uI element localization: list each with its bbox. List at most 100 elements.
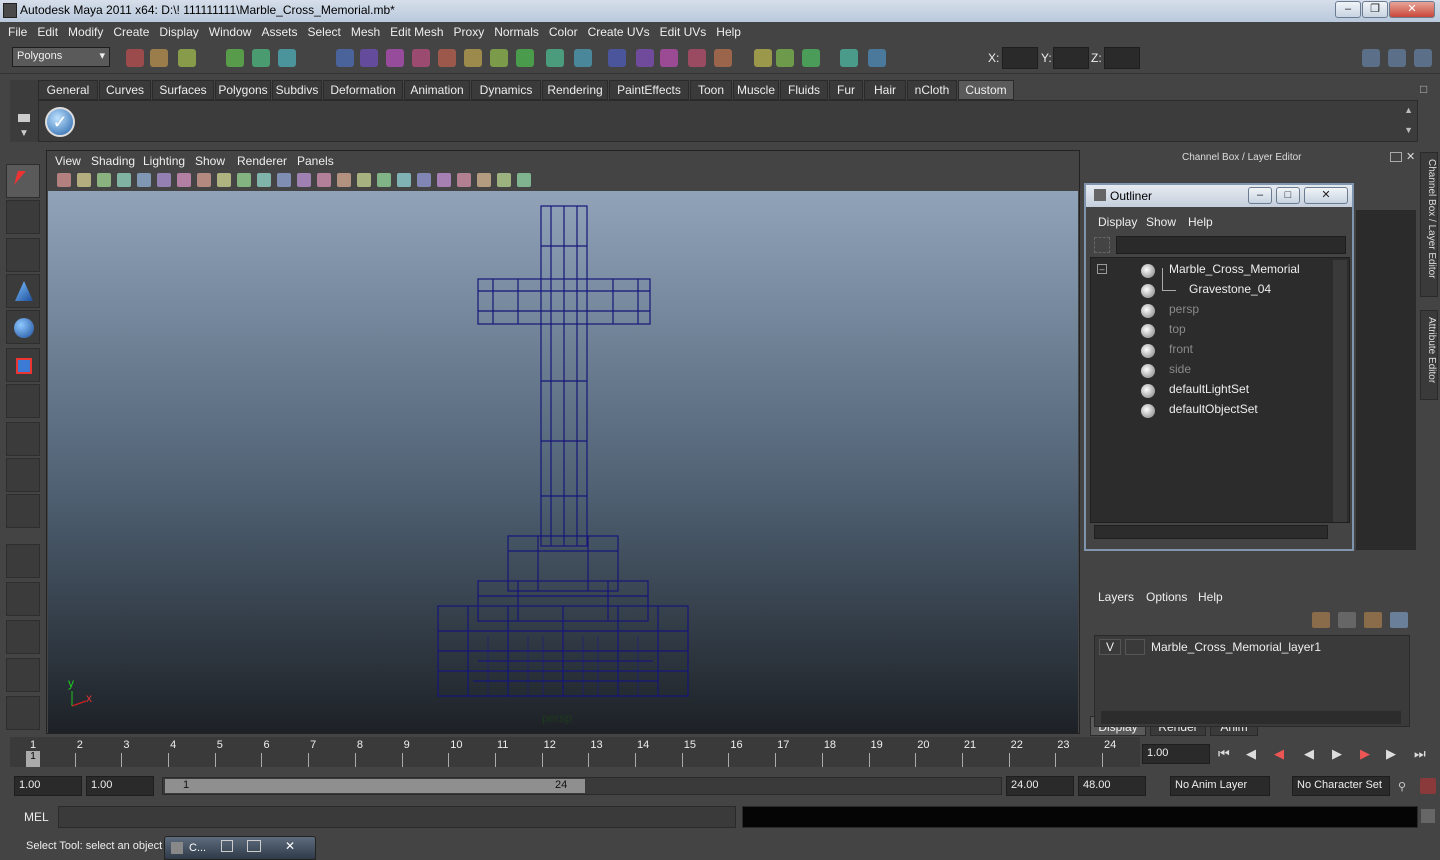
shelf-tab-animation[interactable]: Animation: [404, 80, 470, 100]
outliner-item[interactable]: front: [1169, 342, 1193, 356]
minimized-window-tab[interactable]: C... ✕: [164, 836, 316, 860]
toggle-channel-box-icon[interactable]: [1362, 49, 1380, 67]
attribute-editor-side-tab[interactable]: Attribute Editor: [1420, 310, 1438, 400]
channel-box-side-tab[interactable]: Channel Box / Layer Editor: [1420, 152, 1438, 297]
show-manipulator-icon[interactable]: [6, 458, 40, 492]
shelf-tab-toon[interactable]: Toon: [690, 80, 732, 100]
playback-start-input[interactable]: 1.00: [86, 776, 154, 796]
select-object-icon[interactable]: [252, 49, 270, 67]
layer-name[interactable]: Marble_Cross_Memorial_layer1: [1151, 640, 1321, 654]
menu-edit-uvs[interactable]: Edit UVs: [652, 22, 707, 39]
select-hierarchy-icon[interactable]: [226, 49, 244, 67]
maximize-icon[interactable]: [247, 840, 261, 852]
four-pane-layout-icon[interactable]: [6, 582, 40, 616]
xray-icon[interactable]: [297, 173, 311, 187]
outliner-horizontal-scrollbar[interactable]: [1094, 525, 1328, 539]
last-tool-icon[interactable]: [6, 494, 40, 528]
shadows-icon[interactable]: [277, 173, 291, 187]
render-view-icon[interactable]: [776, 49, 794, 67]
rotate-tool-icon[interactable]: [6, 310, 40, 344]
transform-icon[interactable]: [868, 49, 886, 67]
shelf-tabs-icon[interactable]: ▼: [19, 128, 29, 139]
range-slider[interactable]: 1 24: [162, 777, 1002, 795]
viewport-menu-panels[interactable]: Panels: [297, 154, 334, 168]
shelf-tab-curves[interactable]: Curves: [99, 80, 151, 100]
shelf-tab-ncloth[interactable]: nCloth: [907, 80, 957, 100]
z-coordinate-input[interactable]: [1104, 47, 1140, 69]
menu-set-dropdown[interactable]: Polygons ▾: [12, 47, 110, 67]
render-region-icon[interactable]: [840, 49, 858, 67]
step-forward-key-icon[interactable]: ▶: [1360, 746, 1370, 762]
current-time-input[interactable]: 1.00: [1142, 744, 1210, 764]
open-scene-icon[interactable]: [150, 49, 168, 67]
outliner-menu-show[interactable]: Show: [1146, 215, 1176, 229]
shelf-options-handle[interactable]: ▼: [10, 80, 38, 142]
menu-mesh[interactable]: Mesh: [343, 22, 380, 39]
select-camera-icon[interactable]: [57, 173, 71, 187]
x-coordinate-input[interactable]: [1002, 47, 1038, 69]
new-layer-icon[interactable]: [1312, 612, 1330, 628]
image-plane-icon[interactable]: [117, 173, 131, 187]
outliner-item[interactable]: defaultLightSet: [1169, 382, 1249, 396]
script-editor-icon[interactable]: [1421, 809, 1435, 823]
shelf-tab-subdivs[interactable]: Subdivs: [272, 80, 322, 100]
float-panel-icon[interactable]: [1390, 152, 1402, 162]
outliner-item[interactable]: Gravestone_04: [1189, 282, 1271, 296]
select-icon[interactable]: [457, 173, 471, 187]
render-settings-icon[interactable]: [714, 49, 732, 67]
paint-select-tool-icon[interactable]: [6, 238, 40, 272]
close-panel-icon[interactable]: ✕: [1406, 150, 1418, 163]
graph-persp-layout-icon[interactable]: [6, 658, 40, 692]
outliner-maximize-button[interactable]: □: [1276, 187, 1300, 204]
close-icon[interactable]: ✕: [285, 839, 295, 853]
make-live-icon[interactable]: [438, 49, 456, 67]
animation-preferences-icon[interactable]: [1420, 778, 1436, 794]
close-window-button[interactable]: ✕: [1389, 1, 1435, 18]
universal-manipulator-icon[interactable]: [6, 384, 40, 418]
backface-icon[interactable]: [377, 173, 391, 187]
outliner-filter-icon[interactable]: [1094, 237, 1110, 253]
hud-icon[interactable]: [517, 173, 531, 187]
layer-menu-layers[interactable]: Layers: [1098, 590, 1134, 604]
hypershade-icon[interactable]: [754, 49, 772, 67]
minimize-window-button[interactable]: –: [1335, 1, 1361, 18]
outliner-persp-layout-icon[interactable]: [6, 620, 40, 654]
trash-icon[interactable]: □: [1420, 82, 1434, 96]
select-tool-icon[interactable]: [6, 164, 40, 198]
frame-selected-icon[interactable]: [497, 173, 511, 187]
shelf-tab-deformation[interactable]: Deformation: [323, 80, 403, 100]
viewport-menu-shading[interactable]: Shading: [91, 154, 135, 168]
time-slider[interactable]: 1 1 2 3 4 5 6 7 8 9 10 11 12 13 14 15 16 17 18 19 20 21 22 23 2…: [10, 737, 1140, 767]
outliner-search-input[interactable]: [1116, 236, 1346, 254]
playback-end-input[interactable]: 24.00: [1006, 776, 1074, 796]
menu-help[interactable]: Help: [708, 22, 741, 39]
render-globals-icon[interactable]: [802, 49, 820, 67]
collapse-icon[interactable]: –: [1097, 264, 1107, 274]
shelf-tab-rendering[interactable]: Rendering: [542, 80, 608, 100]
menu-modify[interactable]: Modify: [60, 22, 103, 39]
menu-edit-mesh[interactable]: Edit Mesh: [382, 22, 443, 39]
wireframe-icon[interactable]: [177, 173, 191, 187]
outliner-item[interactable]: top: [1169, 322, 1186, 336]
input-ops-icon[interactable]: [574, 49, 592, 67]
select-component-icon[interactable]: [278, 49, 296, 67]
end-time-input[interactable]: 48.00: [1078, 776, 1146, 796]
layer-horizontal-scrollbar[interactable]: [1101, 711, 1401, 724]
hypershade-layout-icon[interactable]: [6, 696, 40, 730]
viewport-menu-show[interactable]: Show: [195, 154, 225, 168]
command-input[interactable]: [58, 806, 736, 828]
lasso-tool-icon[interactable]: [6, 200, 40, 234]
viewport-menu-lighting[interactable]: Lighting: [143, 154, 185, 168]
start-time-input[interactable]: 1.00: [14, 776, 82, 796]
layer-visibility-toggle[interactable]: V: [1099, 639, 1121, 655]
layer-display-type-toggle[interactable]: [1125, 639, 1145, 655]
menu-file[interactable]: File: [0, 22, 27, 39]
outliner-item[interactable]: side: [1169, 362, 1191, 376]
grid-icon[interactable]: [137, 173, 151, 187]
ambient-occlusion-icon[interactable]: [437, 173, 451, 187]
menu-create-uvs[interactable]: Create UVs: [580, 22, 650, 39]
toggle-tool-settings-icon[interactable]: [1414, 49, 1432, 67]
shelf-scroll-up-icon[interactable]: ▲: [1404, 105, 1413, 115]
shelf-tab-painteffects[interactable]: PaintEffects: [609, 80, 689, 100]
go-to-end-icon[interactable]: ⏭: [1414, 746, 1426, 762]
